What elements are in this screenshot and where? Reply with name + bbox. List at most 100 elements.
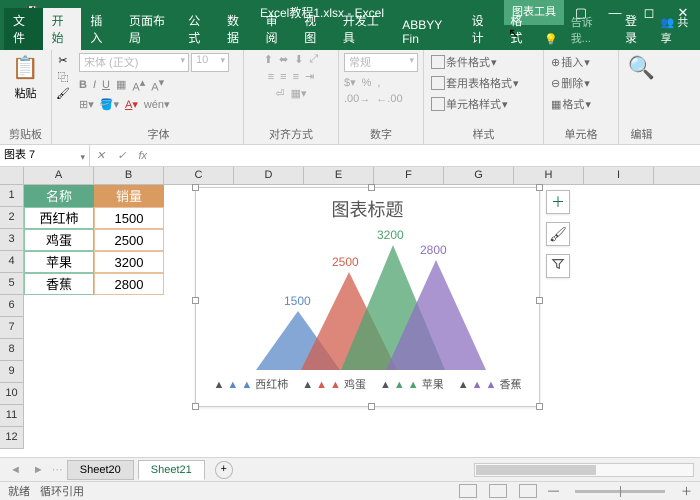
- resize-handle[interactable]: [368, 184, 375, 191]
- border-dropdown[interactable]: ⊞▾: [79, 98, 94, 111]
- table-cell[interactable]: 苹果: [24, 251, 94, 273]
- tab-abbyy[interactable]: ABBYY Fin: [393, 14, 462, 50]
- legend-item[interactable]: ▲ 鸡蛋: [302, 376, 366, 392]
- format-cells-button[interactable]: ▦格式▾: [549, 95, 613, 113]
- tab-formulas[interactable]: 公式: [179, 8, 218, 50]
- zoom-slider[interactable]: [575, 490, 665, 493]
- align-bottom-icon[interactable]: ⬇: [294, 53, 303, 66]
- page-layout-view-icon[interactable]: [489, 484, 507, 498]
- format-painter-icon[interactable]: 🖌: [56, 87, 70, 100]
- chart-title[interactable]: 图表标题: [196, 188, 539, 230]
- name-box[interactable]: 图表 7: [0, 145, 90, 166]
- share-button[interactable]: 👥 共享: [655, 10, 700, 50]
- table-header-b[interactable]: 销量: [94, 185, 164, 207]
- row-headers[interactable]: 12345 678910 1112: [0, 185, 24, 449]
- currency-icon[interactable]: $▾: [344, 76, 356, 89]
- wrap-text-icon[interactable]: ⏎: [275, 87, 284, 100]
- table-cell[interactable]: 香蕉: [24, 273, 94, 295]
- legend-item[interactable]: ▲ 苹果: [380, 376, 444, 392]
- tab-view[interactable]: 视图: [295, 8, 334, 50]
- align-middle-icon[interactable]: ⬌: [279, 53, 288, 66]
- find-icon[interactable]: 🔍: [627, 53, 657, 83]
- column-headers[interactable]: A B C D E F G H I: [24, 167, 700, 185]
- tab-design[interactable]: 设计: [463, 8, 502, 50]
- comma-icon[interactable]: ,: [377, 77, 380, 89]
- merge-icon[interactable]: ▦▾: [291, 87, 307, 100]
- accept-formula-icon[interactable]: ✓: [111, 149, 132, 162]
- tab-data[interactable]: 数据: [218, 8, 257, 50]
- tab-home[interactable]: 开始: [43, 8, 82, 50]
- resize-handle[interactable]: [368, 403, 375, 410]
- legend-item[interactable]: ▲ 西红柿: [214, 376, 289, 392]
- zoom-in-button[interactable]: ＋: [681, 483, 692, 499]
- table-cell[interactable]: 3200: [94, 251, 164, 273]
- tab-insert[interactable]: 插入: [81, 8, 120, 50]
- chart-filter-button[interactable]: [546, 254, 570, 278]
- chart-legend[interactable]: ▲ 西红柿 ▲ 鸡蛋 ▲ 苹果 ▲ 香蕉: [196, 370, 539, 398]
- shrink-font-button[interactable]: A▾: [151, 76, 164, 94]
- border-button[interactable]: ▦: [116, 78, 126, 91]
- table-cell[interactable]: 鸡蛋: [24, 229, 94, 251]
- resize-handle[interactable]: [536, 297, 543, 304]
- align-left-icon[interactable]: ≡: [268, 71, 274, 83]
- resize-handle[interactable]: [192, 297, 199, 304]
- indent-icon[interactable]: ⇥: [305, 70, 314, 83]
- copy-icon[interactable]: ⿻: [58, 69, 69, 85]
- paste-icon[interactable]: 📋: [11, 53, 41, 83]
- font-color-button[interactable]: A▾: [125, 98, 138, 111]
- login-link[interactable]: 登录: [616, 8, 655, 50]
- align-right-icon[interactable]: ≡: [293, 71, 299, 83]
- sheet-tab-active[interactable]: Sheet21: [138, 460, 205, 480]
- underline-button[interactable]: U: [102, 79, 110, 91]
- chart-series-4[interactable]: [386, 260, 486, 370]
- table-format-button[interactable]: 套用表格格式▾: [429, 74, 538, 92]
- table-cell[interactable]: 1500: [94, 207, 164, 229]
- page-break-view-icon[interactable]: [519, 484, 537, 498]
- cell-styles-button[interactable]: 单元格样式▾: [429, 95, 538, 113]
- phonetic-button[interactable]: wén▾: [144, 98, 170, 111]
- chart-plot-area[interactable]: 1500 2500 3200 2800: [216, 230, 519, 370]
- normal-view-icon[interactable]: [459, 484, 477, 498]
- conditional-format-button[interactable]: 条件格式▾: [429, 53, 538, 71]
- orientation-icon[interactable]: ⤢: [309, 53, 318, 66]
- font-name-select[interactable]: 宋体 (正文): [79, 53, 189, 72]
- increase-decimal-icon[interactable]: .00→: [344, 93, 370, 105]
- insert-cells-button[interactable]: ⊕插入▾: [549, 53, 613, 71]
- grow-font-button[interactable]: A▴: [132, 76, 145, 94]
- tab-developer[interactable]: 开发工具: [334, 8, 393, 50]
- italic-button[interactable]: I: [93, 79, 96, 91]
- table-cell[interactable]: 西红柿: [24, 207, 94, 229]
- delete-cells-button[interactable]: ⊖删除▾: [549, 74, 613, 92]
- percent-icon[interactable]: %: [362, 77, 372, 89]
- decrease-decimal-icon[interactable]: ←.00: [376, 93, 402, 105]
- add-sheet-button[interactable]: +: [215, 461, 233, 479]
- horizontal-scrollbar[interactable]: [474, 463, 694, 477]
- chart-object[interactable]: 图表标题 1500 2500 3200 2800 ▲ 西红柿 ▲ 鸡蛋 ▲ 苹果…: [195, 187, 540, 407]
- sheet-nav-prev[interactable]: ◄: [6, 464, 25, 476]
- tab-review[interactable]: 审阅: [257, 8, 296, 50]
- resize-handle[interactable]: [192, 403, 199, 410]
- resize-handle[interactable]: [536, 184, 543, 191]
- tab-file[interactable]: 文件: [4, 8, 43, 50]
- resize-handle[interactable]: [536, 403, 543, 410]
- bold-button[interactable]: B: [79, 79, 87, 91]
- table-cell[interactable]: 2800: [94, 273, 164, 295]
- tell-me[interactable]: 告诉我...: [562, 10, 616, 50]
- chart-styles-button[interactable]: 🖌: [546, 222, 570, 246]
- align-center-icon[interactable]: ≡: [280, 71, 286, 83]
- cut-icon[interactable]: ✂: [58, 54, 67, 67]
- cancel-formula-icon[interactable]: ✕: [90, 149, 111, 162]
- sheet-nav-next[interactable]: ►: [29, 464, 48, 476]
- table-cell[interactable]: 2500: [94, 229, 164, 251]
- sheet-tab[interactable]: Sheet20: [67, 460, 134, 480]
- fx-icon[interactable]: fx: [132, 150, 153, 162]
- resize-handle[interactable]: [192, 184, 199, 191]
- zoom-out-button[interactable]: ―: [548, 485, 559, 497]
- legend-item[interactable]: ▲ 香蕉: [458, 376, 522, 392]
- align-top-icon[interactable]: ⬆: [264, 53, 273, 66]
- tab-pagelayout[interactable]: 页面布局: [120, 8, 179, 50]
- number-format-select[interactable]: 常规: [344, 53, 418, 72]
- table-header-a[interactable]: 名称: [24, 185, 94, 207]
- fill-color-button[interactable]: 🪣▾: [100, 98, 119, 111]
- select-all-corner[interactable]: [0, 167, 24, 185]
